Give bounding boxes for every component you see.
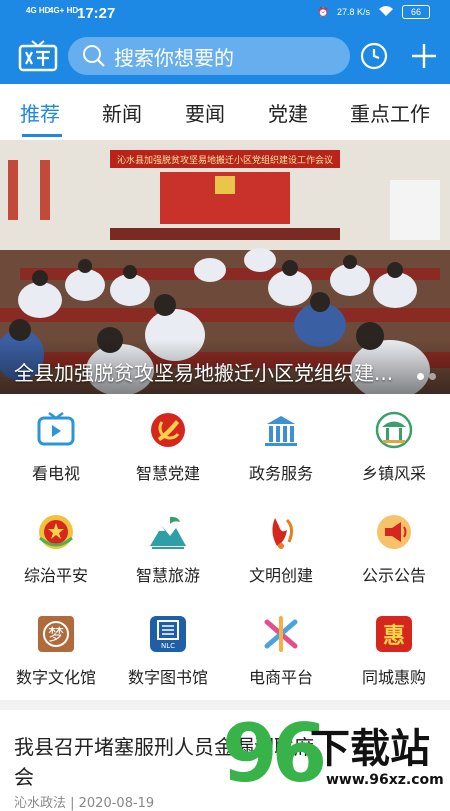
battery-indicator: 66 <box>402 5 430 19</box>
service-town-style[interactable]: 乡镇风采 <box>338 400 450 500</box>
svg-text:惠: 惠 <box>383 624 405 649</box>
national-emblem-icon <box>39 515 73 549</box>
party-emblem-icon <box>151 413 185 447</box>
banner-photo: 沁水县加强脱贫攻坚易地搬迁小区党组织建设工作会议 <box>0 140 450 394</box>
tab-recommend[interactable]: 推荐 <box>20 98 60 127</box>
net-speed: 27.8 K/s <box>336 7 370 17</box>
banner-caption[interactable]: 全县加强脱贫攻坚易地搬迁小区党组织建... <box>14 357 393 386</box>
service-label: 同城惠购 <box>361 668 426 687</box>
signal-2: 4G+ HD <box>49 6 79 15</box>
search-placeholder: 搜索你想要的 <box>114 45 234 70</box>
service-digital-library[interactable]: NLC 数字图书馆 <box>112 604 224 704</box>
service-smart-party[interactable]: 智慧党建 <box>112 400 224 500</box>
tab-key-work[interactable]: 重点工作 <box>350 98 430 127</box>
service-watch-tv[interactable]: 看电视 <box>0 400 112 500</box>
mountain-icon <box>150 516 186 549</box>
tv-logo-icon[interactable] <box>18 40 58 72</box>
service-government[interactable]: 政务服务 <box>225 400 337 500</box>
culture-hall-icon: 梦 <box>38 616 74 652</box>
carousel-dot[interactable] <box>417 373 424 380</box>
clock-time: 17:27 <box>77 5 116 22</box>
alarm-icon: ⏰ <box>317 6 329 17</box>
search-icon <box>83 45 105 67</box>
history-clock-icon[interactable] <box>360 42 388 74</box>
service-public-security[interactable]: 综治平安 <box>0 502 112 602</box>
service-label: 智慧旅游 <box>135 566 200 585</box>
service-label: 文明创建 <box>248 566 313 585</box>
library-icon: NLC <box>150 616 186 652</box>
category-tabs: 推荐 新闻 要闻 党建 重点工作 <box>0 84 450 140</box>
discount-shopping-icon: 惠 <box>376 616 412 652</box>
government-building-icon <box>265 416 297 446</box>
service-label: 综治平安 <box>23 566 88 585</box>
service-label: 数字文化馆 <box>15 668 96 687</box>
service-label: 智慧党建 <box>135 464 200 483</box>
ecommerce-icon <box>264 616 298 652</box>
svg-text:NLC: NLC <box>161 642 175 650</box>
service-ecommerce[interactable]: 电商平台 <box>225 604 337 704</box>
watermark-text: 下载站 <box>310 726 430 772</box>
service-digital-culture[interactable]: 梦 数字文化馆 <box>0 604 112 704</box>
banner-carousel[interactable]: 沁水县加强脱贫攻坚易地搬迁小区党组织建设工作会议 全县加强脱贫攻坚易地搬迁小区党… <box>0 140 450 394</box>
pavilion-icon <box>375 411 413 449</box>
signal-1: 4G HD <box>26 6 51 15</box>
plus-icon[interactable] <box>410 42 438 74</box>
wifi-icon <box>378 5 394 19</box>
active-tab-indicator <box>22 134 62 137</box>
watermark-number: 96 <box>222 707 327 800</box>
banner-meeting-sign: 沁水县加强脱贫攻坚易地搬迁小区党组织建设工作会议 <box>117 154 333 166</box>
service-local-deals[interactable]: 惠 同城惠购 <box>338 604 450 704</box>
tv-icon <box>37 411 75 446</box>
carousel-dots <box>417 373 436 380</box>
service-announcements[interactable]: 公示公告 <box>338 502 450 602</box>
top-bar: 搜索你想要的 <box>0 28 450 84</box>
service-label: 看电视 <box>31 464 80 483</box>
status-bar: 4G HD 4G+ HD 17:27 ⏰ 27.8 K/s 66 <box>0 0 450 28</box>
news-meta: 沁水政法 | 2020-08-19 <box>14 796 155 811</box>
watermark-url: www.96xz.com <box>326 772 444 788</box>
status-right: ⏰ 27.8 K/s 66 <box>318 5 430 19</box>
service-civilization[interactable]: 文明创建 <box>225 502 337 602</box>
carousel-dot[interactable] <box>429 373 436 380</box>
service-label: 电商平台 <box>248 668 313 687</box>
tab-news[interactable]: 新闻 <box>102 98 142 127</box>
service-grid: 看电视 智慧党建 政务服务 乡镇风采 综治平安 智慧旅游 文明创建 公示公告 梦… <box>0 400 450 700</box>
service-label: 公示公告 <box>361 566 426 585</box>
tab-headlines[interactable]: 要闻 <box>185 98 225 127</box>
watermark-logo: 96 下载站 www.96xz.com <box>222 708 450 800</box>
service-label: 乡镇风采 <box>361 464 426 483</box>
search-bar[interactable]: 搜索你想要的 <box>68 37 350 75</box>
tab-party-building[interactable]: 党建 <box>268 98 308 127</box>
service-label: 数字图书馆 <box>127 668 208 687</box>
service-smart-tourism[interactable]: 智慧旅游 <box>112 502 224 602</box>
service-label: 政务服务 <box>248 464 313 483</box>
svg-text:梦: 梦 <box>48 625 64 644</box>
civilization-icon <box>272 518 294 549</box>
megaphone-icon <box>377 515 411 549</box>
